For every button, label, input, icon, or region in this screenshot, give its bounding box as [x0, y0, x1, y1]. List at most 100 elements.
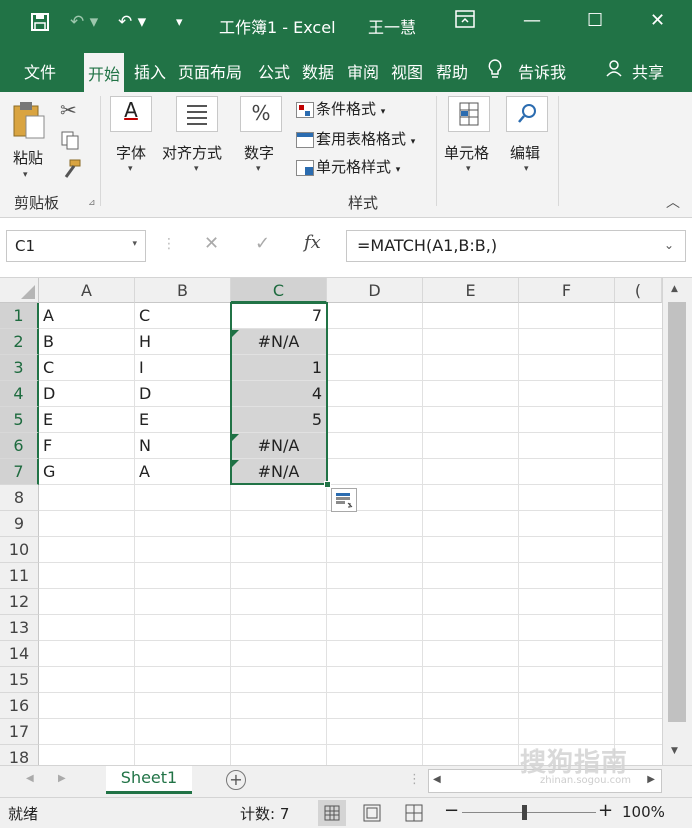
cell-b5[interactable]: E [135, 407, 231, 433]
select-all-corner[interactable] [0, 278, 39, 303]
zoom-in-icon[interactable]: + [598, 800, 613, 821]
cell-a4[interactable]: D [39, 381, 135, 407]
font-caret-icon[interactable]: ▾ [128, 164, 133, 174]
zoom-level[interactable]: 100% [622, 803, 665, 821]
row-header[interactable]: 13 [0, 615, 39, 641]
column-header[interactable]: ( [615, 278, 662, 303]
search-icon[interactable] [506, 96, 548, 132]
expand-formula-icon[interactable]: ⌄ [664, 238, 674, 252]
alignment-icon[interactable] [176, 96, 218, 132]
row-header[interactable]: 12 [0, 589, 39, 615]
alignment-button[interactable]: 对齐方式 [162, 142, 222, 163]
row-header[interactable]: 2 [0, 329, 39, 355]
enter-icon[interactable]: ✓ [255, 233, 270, 254]
cells-icon[interactable] [448, 96, 490, 132]
column-header[interactable]: A [39, 278, 135, 303]
cell-c4[interactable]: 4 [231, 381, 327, 407]
row-header[interactable]: 9 [0, 511, 39, 537]
cell-a7[interactable]: G [39, 459, 135, 485]
tab-page-layout[interactable]: 页面布局 [178, 59, 242, 83]
ribbon-display-icon[interactable] [455, 10, 475, 33]
cell-c3[interactable]: 1 [231, 355, 327, 381]
page-break-view-icon[interactable] [404, 804, 424, 826]
cell-b1[interactable]: C [135, 303, 231, 329]
row-header[interactable]: 10 [0, 537, 39, 563]
column-header[interactable]: B [135, 278, 231, 303]
next-sheet-icon[interactable]: ▶ [58, 773, 66, 784]
tab-home[interactable]: 开始 [84, 53, 125, 92]
tab-view[interactable]: 视图 [391, 59, 423, 83]
row-header[interactable]: 15 [0, 667, 39, 693]
font-icon[interactable]: A [110, 96, 152, 132]
clipboard-launcher-icon[interactable]: ⊿ [88, 198, 96, 208]
vertical-scroll-thumb[interactable] [668, 302, 686, 722]
cut-icon[interactable]: ✂ [60, 98, 77, 122]
cell-b2[interactable]: H [135, 329, 231, 355]
formula-input[interactable]: =MATCH(A1,B:B,) [346, 230, 686, 262]
row-header[interactable]: 17 [0, 719, 39, 745]
row-header[interactable]: 16 [0, 693, 39, 719]
number-caret-icon[interactable]: ▾ [256, 164, 261, 174]
cell-styles-button[interactable]: 单元格样式 ▾ [296, 156, 400, 177]
name-box-dropdown-icon[interactable]: ▾ [132, 239, 137, 249]
row-header[interactable]: 1 [0, 303, 39, 329]
copy-icon[interactable] [60, 130, 82, 154]
editing-caret-icon[interactable]: ▾ [524, 164, 529, 174]
row-header[interactable]: 6 [0, 433, 39, 459]
paste-button[interactable]: 粘贴 [13, 147, 43, 168]
zoom-slider-thumb[interactable] [522, 805, 527, 820]
zoom-out-icon[interactable]: − [444, 800, 459, 821]
conditional-format-button[interactable]: 条件格式 ▾ [296, 98, 385, 119]
row-header[interactable]: 18 [0, 745, 39, 765]
undo-icon[interactable]: ↶ ▾ [118, 12, 146, 32]
row-header[interactable]: 11 [0, 563, 39, 589]
percent-icon[interactable]: % [240, 96, 282, 132]
zoom-slider[interactable] [462, 812, 596, 813]
tab-insert[interactable]: 插入 [134, 59, 166, 83]
cell-c5[interactable]: 5 [231, 407, 327, 433]
cell-a5[interactable]: E [39, 407, 135, 433]
scroll-down-icon[interactable]: ▼ [671, 746, 678, 756]
row-header[interactable]: 7 [0, 459, 39, 485]
font-button[interactable]: 字体 [116, 142, 146, 163]
number-button[interactable]: 数字 [244, 142, 274, 163]
cell-a3[interactable]: C [39, 355, 135, 381]
format-painter-icon[interactable] [60, 158, 82, 184]
row-header[interactable]: 4 [0, 381, 39, 407]
fill-handle[interactable] [324, 481, 331, 488]
normal-view-icon[interactable] [318, 800, 346, 826]
collapse-ribbon-icon[interactable]: ︿ [666, 192, 680, 212]
tab-review[interactable]: 审阅 [347, 59, 379, 83]
column-header[interactable]: C [231, 278, 327, 303]
column-header[interactable]: E [423, 278, 519, 303]
close-icon[interactable]: ✕ [650, 10, 665, 31]
prev-sheet-icon[interactable]: ◀ [26, 773, 34, 784]
cells-caret-icon[interactable]: ▾ [466, 164, 471, 174]
paste-caret-icon[interactable]: ▾ [23, 170, 28, 180]
share-icon[interactable] [606, 59, 624, 81]
tab-help[interactable]: 帮助 [436, 59, 468, 83]
tell-me-search[interactable]: 告诉我 [518, 59, 566, 83]
row-header[interactable]: 14 [0, 641, 39, 667]
customize-qat-icon[interactable]: ▾ [176, 15, 183, 30]
quick-analysis-icon[interactable] [331, 488, 357, 512]
tab-data[interactable]: 数据 [302, 59, 334, 83]
scroll-up-icon[interactable]: ▲ [671, 284, 678, 294]
column-header[interactable]: D [327, 278, 423, 303]
row-header[interactable]: 3 [0, 355, 39, 381]
tab-split-grip-icon[interactable]: ⋮ [408, 772, 421, 787]
name-box[interactable]: C1 ▾ [6, 230, 146, 262]
cell-a6[interactable]: F [39, 433, 135, 459]
scroll-left-icon[interactable]: ◀ [433, 774, 441, 785]
add-sheet-icon[interactable]: + [226, 770, 246, 790]
cell-c7[interactable]: #N/A [231, 459, 327, 485]
cell-b3[interactable]: I [135, 355, 231, 381]
cell-c2[interactable]: #N/A [231, 329, 327, 355]
format-as-table-button[interactable]: 套用表格格式 ▾ [296, 128, 415, 149]
minimize-icon[interactable]: — [523, 10, 541, 31]
worksheet-grid[interactable]: A B C D E F ( 1 2 3 4 5 6 7 8 9 10 11 12… [0, 278, 662, 765]
cancel-icon[interactable]: ✕ [204, 233, 219, 254]
paste-icon[interactable] [12, 100, 48, 144]
cell-c1[interactable]: 7 [231, 303, 327, 329]
maximize-icon[interactable]: ☐ [587, 10, 603, 31]
